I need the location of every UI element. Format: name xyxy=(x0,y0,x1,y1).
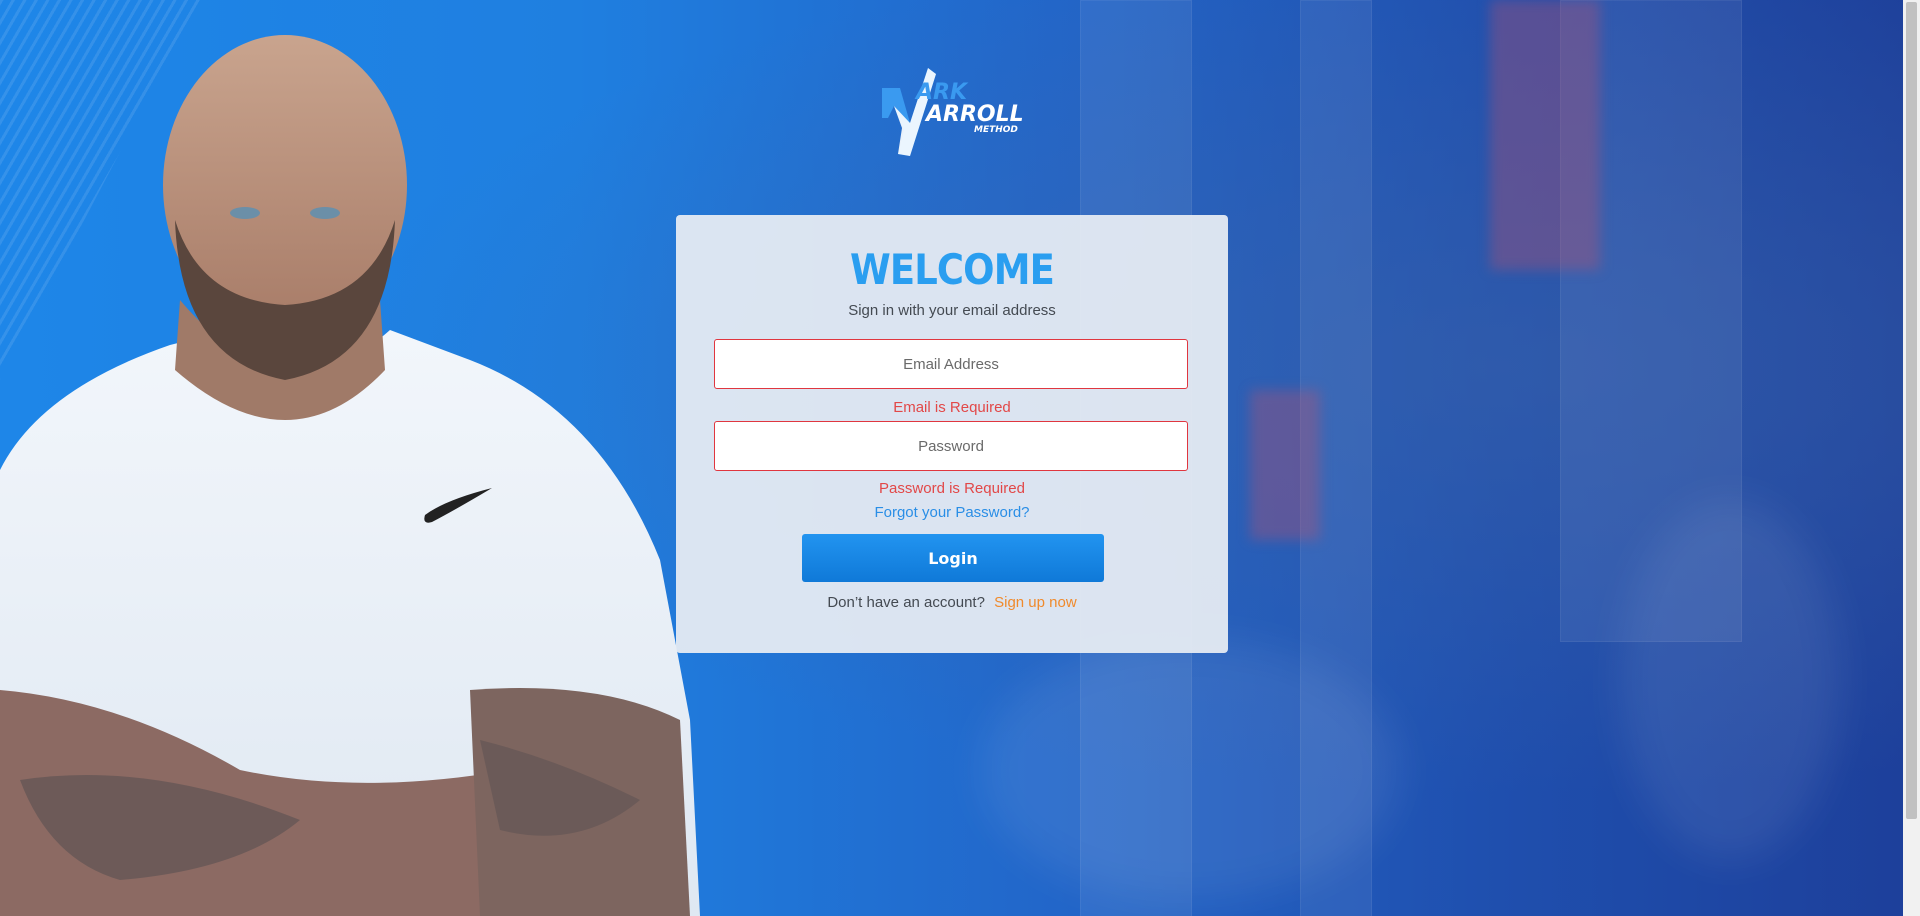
trainer-photo xyxy=(0,35,700,916)
login-button[interactable]: Login xyxy=(802,534,1104,582)
login-card: WELCOME Sign in with your email address … xyxy=(676,215,1228,653)
logo-line-1: ARK xyxy=(916,80,968,105)
password-error-message: Password is Required xyxy=(879,480,1025,497)
email-field[interactable] xyxy=(714,339,1188,389)
background-glow xyxy=(980,640,1400,900)
forgot-password-link[interactable]: Forgot your Password? xyxy=(676,504,1228,521)
page-scrollbar[interactable] xyxy=(1903,0,1920,916)
logo-line-3: METHOD xyxy=(974,125,1018,135)
login-page: ARK ARROLL METHOD WELCOME Sign in with y… xyxy=(0,0,1920,916)
background-red-blur xyxy=(1490,0,1600,270)
password-field[interactable] xyxy=(714,421,1188,471)
brand-logo: ARK ARROLL METHOD xyxy=(880,68,1024,158)
signup-link[interactable]: Sign up now xyxy=(994,594,1077,611)
logo-line-2: ARROLL xyxy=(926,102,1024,127)
email-error-message: Email is Required xyxy=(893,399,1011,416)
scrollbar-thumb[interactable] xyxy=(1906,2,1917,819)
page-title: WELCOME xyxy=(850,245,1055,294)
signup-row: Don’t have an account? Sign up now xyxy=(676,594,1228,611)
page-subtitle: Sign in with your email address xyxy=(848,302,1056,319)
background-glow xyxy=(1620,500,1840,860)
background-red-blur xyxy=(1250,390,1320,540)
signup-question: Don’t have an account? xyxy=(827,594,985,611)
